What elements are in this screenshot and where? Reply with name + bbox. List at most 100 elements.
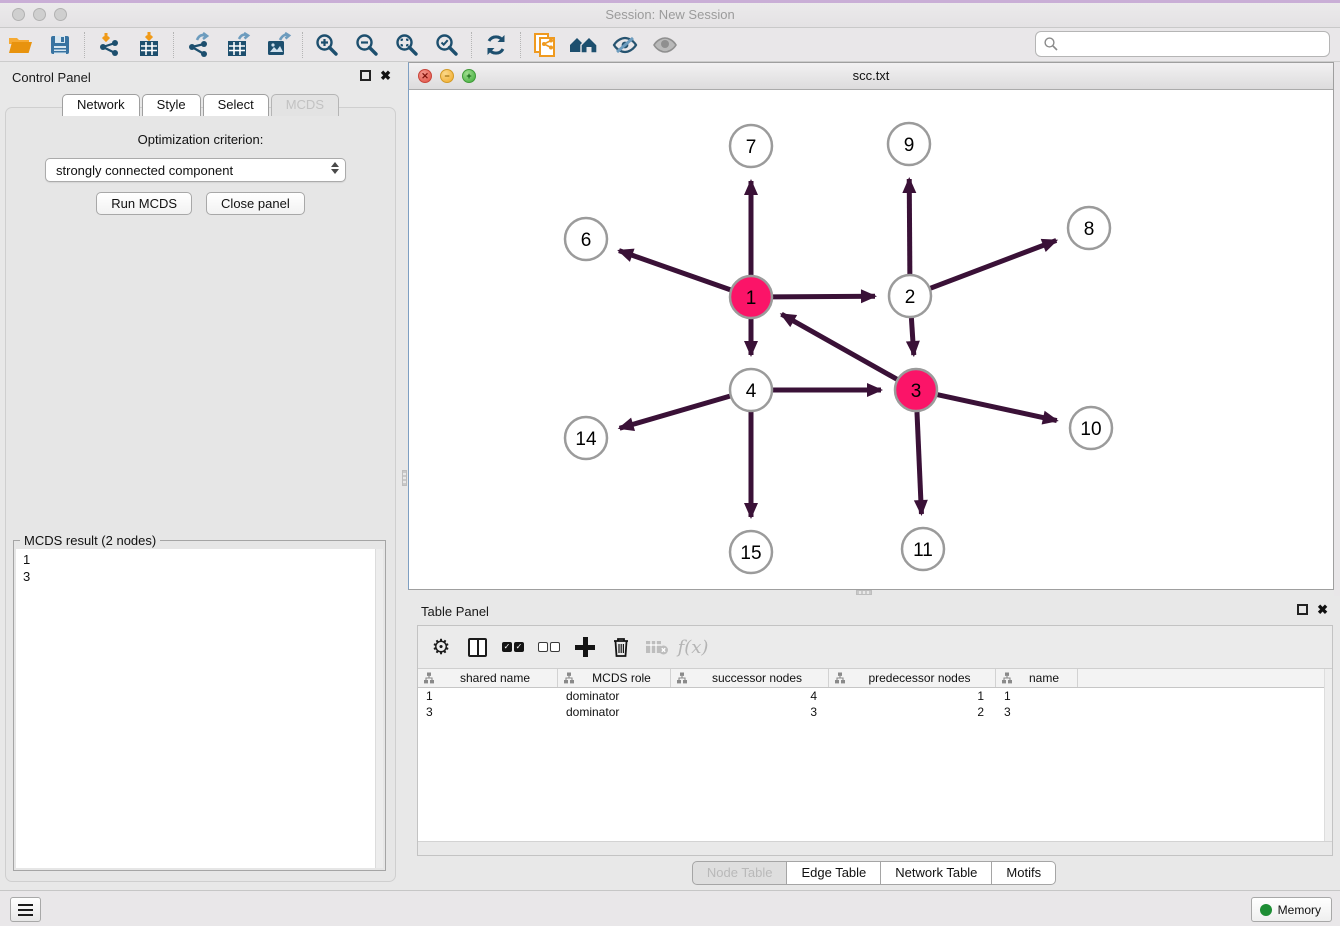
control-panel-tabs: Network Style Select MCDS (0, 94, 401, 116)
import-network-button[interactable] (89, 29, 129, 61)
export-image-icon (265, 32, 292, 58)
graph-node-4[interactable]: 4 (730, 369, 772, 411)
graph-edge-1-2[interactable] (773, 296, 875, 297)
network-frame-titlebar[interactable]: ✕ − + scc.txt (409, 63, 1333, 90)
svg-text:4: 4 (746, 381, 757, 402)
zoom-selected-button[interactable] (427, 29, 467, 61)
tab-node-table[interactable]: Node Table (692, 861, 788, 885)
show-view-button[interactable] (645, 29, 685, 61)
graph-edge-3-10[interactable] (937, 395, 1056, 421)
import-network-icon (96, 32, 122, 58)
tab-edge-table[interactable]: Edge Table (787, 861, 881, 885)
zoom-out-icon (354, 32, 380, 58)
gear-icon: ⚙ (432, 635, 451, 659)
zoom-out-button[interactable] (347, 29, 387, 61)
float-panel-icon[interactable] (1297, 604, 1308, 615)
graph-node-2[interactable]: 2 (889, 275, 931, 317)
graph-node-11[interactable]: 11 (902, 528, 944, 570)
splitter-grip[interactable] (856, 590, 872, 595)
application-window: Session: New Session (0, 0, 1340, 926)
cyndex-button[interactable] (525, 29, 565, 61)
graph-edge-4-14[interactable] (620, 396, 730, 428)
column-header-3[interactable]: predecessor nodes (829, 669, 996, 687)
zoom-fit-button[interactable] (387, 29, 427, 61)
deselect-all-button[interactable] (534, 632, 564, 662)
save-session-button[interactable] (40, 29, 80, 61)
run-mcds-button[interactable]: Run MCDS (96, 192, 192, 215)
zoom-in-button[interactable] (307, 29, 347, 61)
graph-node-8[interactable]: 8 (1068, 207, 1110, 249)
graph-edge-3-11[interactable] (917, 412, 921, 514)
control-panel: Control Panel ✖ Network Style Select MCD… (0, 62, 401, 890)
network-graph[interactable]: 1 2 3 4 6 7 8 9 10 11 14 15 (409, 90, 1333, 590)
tab-network-table[interactable]: Network Table (881, 861, 992, 885)
open-session-button[interactable] (0, 29, 40, 61)
toolbar-separator (471, 32, 472, 58)
result-scrollbar[interactable] (375, 549, 383, 868)
vertical-splitter[interactable] (401, 62, 408, 890)
tab-network[interactable]: Network (62, 94, 140, 116)
columns-icon (468, 638, 487, 657)
export-image-button[interactable] (258, 29, 298, 61)
table-horizontal-scrollbar[interactable] (418, 841, 1332, 855)
hide-panels-button[interactable] (605, 29, 645, 61)
mcds-result-title: MCDS result (2 nodes) (20, 533, 160, 548)
export-table-button[interactable] (218, 29, 258, 61)
title-bar: Session: New Session (0, 0, 1340, 28)
memory-button[interactable]: Memory (1251, 897, 1332, 922)
mcds-result-text[interactable]: 1 3 (16, 549, 383, 868)
tab-style[interactable]: Style (142, 94, 201, 116)
graph-node-3[interactable]: 3 (895, 369, 937, 411)
close-panel-button[interactable]: Close panel (206, 192, 305, 215)
graph-node-6[interactable]: 6 (565, 218, 607, 260)
table-settings-button[interactable]: ⚙ (426, 632, 456, 662)
cell-shared_name: 1 (418, 688, 558, 704)
column-header-2[interactable]: successor nodes (671, 669, 829, 687)
select-all-button[interactable]: ✓✓ (498, 632, 528, 662)
delete-table-button[interactable] (642, 632, 672, 662)
graph-node-9[interactable]: 9 (888, 123, 930, 165)
task-history-button[interactable] (10, 897, 41, 922)
close-panel-icon[interactable]: ✖ (1317, 604, 1328, 615)
tab-mcds[interactable]: MCDS (271, 94, 339, 116)
graph-node-10[interactable]: 10 (1070, 407, 1112, 449)
graph-edge-2-8[interactable] (931, 240, 1057, 288)
search-field[interactable] (1035, 31, 1330, 57)
tab-select[interactable]: Select (203, 94, 269, 116)
table-vertical-scrollbar[interactable] (1324, 669, 1332, 841)
close-panel-icon[interactable]: ✖ (380, 70, 391, 81)
tab-motifs[interactable]: Motifs (992, 861, 1056, 885)
column-header-4[interactable]: name (996, 669, 1078, 687)
show-columns-button[interactable] (462, 632, 492, 662)
list-icon (18, 904, 33, 916)
delete-column-button[interactable] (606, 632, 636, 662)
table-row[interactable]: 3dominator323 (418, 704, 1332, 720)
optimization-criterion-select[interactable]: strongly connected component (45, 158, 346, 182)
column-header-1[interactable]: MCDS role (558, 669, 671, 687)
eye-icon (651, 34, 679, 56)
graph-edge-2-3[interactable] (911, 318, 913, 355)
float-panel-icon[interactable] (360, 70, 371, 81)
table-panel: Table Panel ✖ ⚙ ✓✓ f(x) (408, 596, 1340, 890)
splitter-grip[interactable] (402, 470, 407, 486)
refresh-button[interactable] (476, 29, 516, 61)
graph-edge-3-1[interactable] (781, 314, 896, 379)
graph-edge-1-6[interactable] (619, 251, 730, 290)
network-canvas[interactable]: 1 2 3 4 6 7 8 9 10 11 14 15 (409, 90, 1333, 589)
graph-node-15[interactable]: 15 (730, 531, 772, 573)
export-network-button[interactable] (178, 29, 218, 61)
graph-node-14[interactable]: 14 (565, 417, 607, 459)
table-row[interactable]: 1dominator411 (418, 688, 1332, 704)
graph-edge-2-9[interactable] (909, 179, 910, 274)
import-table-button[interactable] (129, 29, 169, 61)
graph-node-1[interactable]: 1 (730, 276, 772, 318)
function-builder-button[interactable]: f(x) (678, 632, 708, 662)
column-header-0[interactable]: shared name (418, 669, 558, 687)
window-title: Session: New Session (0, 7, 1340, 22)
home-button[interactable] (565, 29, 605, 61)
svg-text:11: 11 (913, 540, 933, 561)
add-column-button[interactable] (570, 632, 600, 662)
graph-node-7[interactable]: 7 (730, 125, 772, 167)
combo-stepper-icon (331, 162, 339, 174)
home-icon (569, 33, 601, 57)
